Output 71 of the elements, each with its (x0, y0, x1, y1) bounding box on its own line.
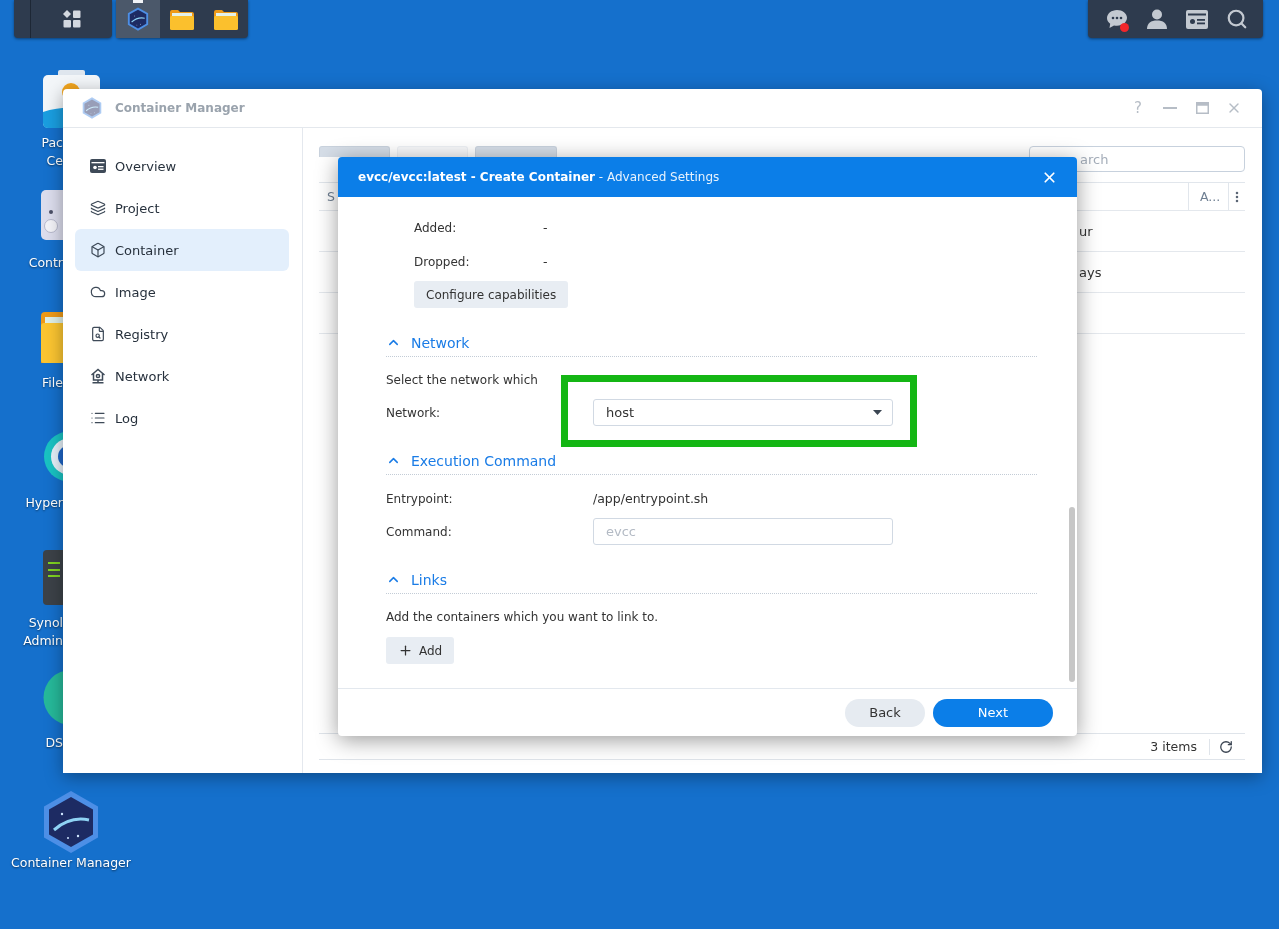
sidebar-item[interactable]: Overview (75, 145, 289, 187)
folder-icon (214, 8, 238, 30)
house-icon (90, 368, 106, 384)
taskbar-app-button[interactable] (116, 0, 160, 38)
item-count: 3 items (1150, 739, 1197, 754)
list-icon (90, 410, 106, 426)
icon-label: Container Manager (11, 854, 131, 872)
section-toggle[interactable]: Network (386, 334, 470, 351)
icon-label: Pac (41, 134, 63, 152)
table-cell-text: ays (1079, 264, 1103, 280)
sidebar-item[interactable]: Network (75, 355, 289, 397)
icon-label: Synol (28, 614, 63, 632)
search-icon (1226, 8, 1248, 30)
input-field[interactable]: evcc (593, 518, 893, 545)
column-header: S (326, 189, 336, 204)
field-label: Added: (414, 220, 458, 235)
refresh-button[interactable] (1219, 739, 1233, 754)
sidebar-item[interactable]: Log (75, 397, 289, 439)
minimize-icon (1163, 107, 1177, 109)
server-icon[interactable] (43, 550, 63, 605)
caret-down-icon (873, 410, 882, 415)
icon-label: DS (45, 734, 63, 752)
window-title: Container Manager (115, 101, 245, 115)
panel-icon[interactable] (40, 190, 63, 240)
icon-label: Admin (23, 632, 63, 650)
field-value: - (543, 220, 548, 235)
field-value: /app/entrypoint.sh (593, 491, 709, 506)
field-label: Entrypoint: (386, 491, 454, 506)
grid-icon (62, 10, 81, 28)
hexagon-icon (127, 7, 149, 31)
configure-button[interactable]: Configure capabilities (414, 281, 569, 308)
field-value: - (543, 254, 548, 269)
scrollbar[interactable] (1069, 507, 1075, 682)
dialog-title: evcc/evcc:latest - Create Container - Advanced Settings (358, 170, 720, 184)
sidebar-item[interactable]: Container (75, 229, 289, 271)
section-description: Add the containers which you want to link to. (386, 609, 659, 625)
column-header[interactable]: A... (1188, 183, 1228, 210)
table-cell-text: ur (1079, 223, 1094, 239)
field-label: Dropped: (414, 254, 471, 269)
section-description: Select the network which (386, 372, 539, 388)
field-label: Command: (386, 524, 453, 539)
field-label: Network: (386, 405, 442, 420)
icon-label: Contr (28, 254, 63, 272)
add-button[interactable]: Add (386, 637, 455, 664)
icon-label: File (42, 374, 63, 392)
cube-icon (90, 242, 106, 258)
card-icon (90, 159, 106, 173)
indicator-icon (133, 0, 143, 3)
dialog-button[interactable]: Next (933, 698, 1053, 727)
plus-icon (398, 643, 413, 658)
chat-bubble-icon (1106, 9, 1128, 29)
select-field[interactable]: host (593, 399, 893, 426)
icon-label: Hyper (25, 494, 63, 512)
section-toggle[interactable]: Execution Command (386, 452, 557, 469)
sidebar-item[interactable]: Registry (75, 313, 289, 355)
sidebar-item[interactable]: Project (75, 187, 289, 229)
sidebar-item[interactable]: Image (75, 271, 289, 313)
refresh-icon (1219, 739, 1233, 754)
cloud-icon (90, 284, 106, 300)
maximize-icon (1195, 102, 1209, 114)
hexagon-icon (82, 97, 102, 119)
folder-icon[interactable] (41, 310, 63, 363)
card-icon (1186, 9, 1208, 29)
file-search-icon (90, 326, 106, 342)
hexagon-icon[interactable] (42, 790, 100, 854)
folder-icon (170, 8, 194, 30)
user-icon (1147, 9, 1167, 29)
icon-label: Ce (46, 152, 63, 170)
section-toggle[interactable]: Links (386, 571, 447, 588)
dialog-button[interactable]: Back (845, 698, 925, 727)
layers-icon (90, 200, 106, 216)
